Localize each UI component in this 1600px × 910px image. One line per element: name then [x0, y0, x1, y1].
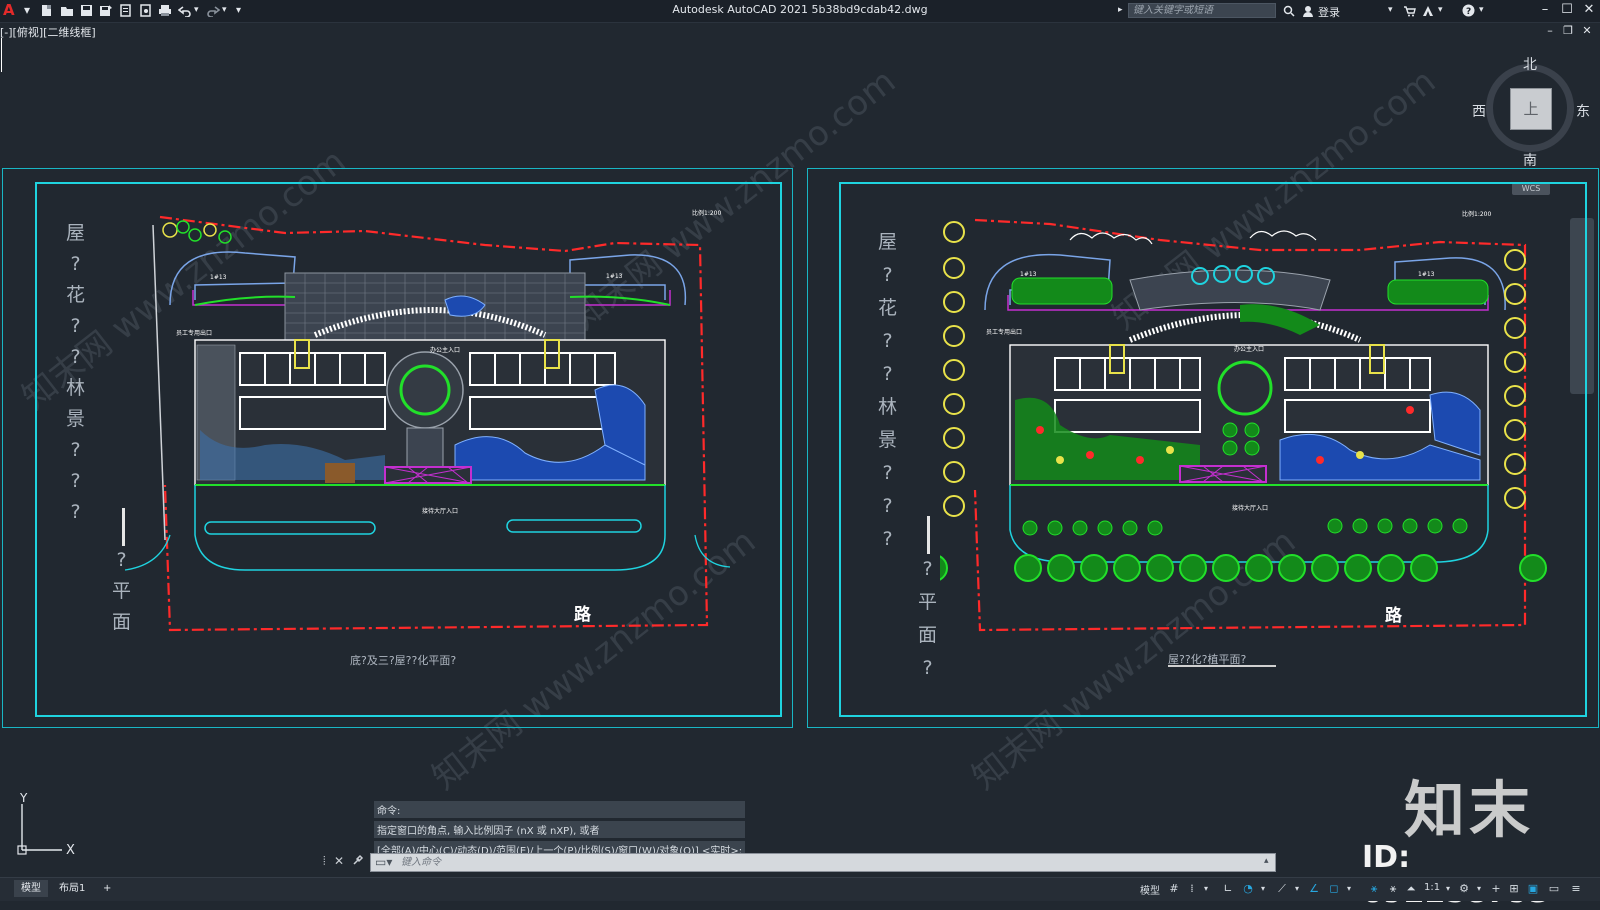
search-icon[interactable] — [1283, 4, 1295, 17]
snap-icon[interactable]: ⁞ — [1186, 883, 1198, 895]
isodraft-dropdown-icon[interactable]: ▾ — [1291, 883, 1303, 895]
side-entrance-label-right: 员工专用出口 — [986, 329, 1023, 336]
object-snap-dropdown-icon[interactable]: ▾ — [1343, 883, 1355, 895]
ortho-icon[interactable]: ∟ — [1222, 883, 1234, 895]
drawing-close-icon[interactable]: ✕ — [1580, 24, 1594, 38]
close-icon[interactable]: ✕ — [1580, 2, 1598, 18]
quick-properties-icon[interactable]: ▣ — [1527, 883, 1539, 895]
svg-text:X: X — [66, 843, 75, 856]
login-dropdown-icon[interactable]: ▾ — [1388, 4, 1393, 17]
search-input[interactable]: 键入关键字或短语 — [1128, 3, 1276, 18]
login-link[interactable]: 登录 — [1318, 4, 1340, 20]
compass-south[interactable]: 南 — [1523, 150, 1537, 170]
dimension-left-b: 1#13 — [606, 273, 623, 280]
ucs-icon: Y X — [17, 792, 75, 856]
snap-dropdown-icon[interactable]: ▾ — [1200, 883, 1212, 895]
polar-tracking-icon[interactable]: ◔ — [1242, 883, 1254, 895]
annotation-scale-value[interactable]: 1:1 — [1424, 882, 1440, 893]
crosshair-cursor — [1, 38, 2, 72]
title-bar: A ▾ ▾ ▾ ▾ Autodesk AutoCAD 2021 5b38bd9c… — [0, 0, 1600, 23]
command-close-icon[interactable]: ✕ — [334, 854, 344, 868]
units-icon[interactable]: ⊞ — [1508, 883, 1520, 895]
sheet-right-vertical-title: 屋? 花?? 林景??? — [878, 231, 898, 550]
svg-text:?: ? — [1466, 7, 1471, 17]
site-plan-left[interactable] — [125, 205, 765, 635]
command-history: 命令: 指定窗口的角点, 输入比例因子 (nX 或 nXP), 或者 [全部(A… — [374, 801, 746, 861]
cart-icon[interactable] — [1403, 4, 1416, 17]
status-bar: 模型 布局1 + 模型 # ⁞ ▾ ∟ ◔ ▾ ⟋ ▾ ∠ ◻ ▾ ⚹ ⚹ ⏶ … — [0, 877, 1600, 901]
side-entrance-label-left: 员工专用出口 — [176, 330, 213, 337]
drawing-restore-icon[interactable]: ❐ — [1561, 24, 1575, 38]
object-snap-icon[interactable]: ◻ — [1328, 883, 1340, 895]
compass-north[interactable]: 北 — [1523, 54, 1537, 74]
hall-entrance-label-right: 接待大厅入口 — [1232, 505, 1269, 512]
command-history-toggle-icon[interactable]: ▴ — [1264, 856, 1269, 866]
recent-commands-icon[interactable]: ▭▾ — [375, 855, 392, 869]
tab-layout1[interactable]: 布局1 — [52, 880, 92, 897]
command-history-line: 指定窗口的角点, 输入比例因子 (nX 或 nXP), 或者 — [374, 821, 746, 838]
isodraft-icon[interactable]: ⟋ — [1276, 883, 1288, 895]
road-label-right: 路 — [1385, 606, 1402, 626]
sheet-left-vertical-title: 屋? 花?? 林景??? — [66, 222, 86, 523]
main-entrance-label-right: 办公主入口 — [1234, 346, 1265, 353]
annotation-monitor-icon[interactable]: + — [1490, 883, 1502, 895]
command-history-line: 命令: — [374, 801, 746, 818]
dimension-right-b: 1#13 — [1418, 271, 1435, 278]
scale-dropdown-icon[interactable]: ▾ — [1442, 883, 1454, 895]
autodesk-a360-icon[interactable] — [1422, 4, 1435, 17]
compass-east[interactable]: 东 — [1576, 101, 1590, 121]
scale-note-right: 比例1:200 — [1462, 211, 1492, 218]
help-icon[interactable]: ? — [1462, 4, 1475, 17]
sheet-right-vertical-title-lower: ? 平面? — [918, 558, 938, 679]
command-input[interactable]: 键入命令 — [370, 853, 1276, 872]
maximize-icon[interactable]: ☐ — [1558, 2, 1576, 18]
title-bar-mark — [927, 516, 930, 554]
model-space-button[interactable]: 模型 — [1140, 882, 1160, 897]
add-layout-button[interactable]: + — [96, 880, 118, 897]
road-label-left: 路 — [574, 605, 591, 625]
workspace-gear-icon[interactable]: ⚙ — [1458, 883, 1470, 895]
caption-underline — [1168, 665, 1276, 667]
viewport-controls-label[interactable]: [-][俯视][二维线框] — [0, 24, 96, 40]
polar-dropdown-icon[interactable]: ▾ — [1257, 883, 1269, 895]
clean-screen-icon[interactable]: ▭ — [1548, 883, 1560, 895]
svg-text:Y: Y — [19, 792, 28, 805]
hall-entrance-label-left: 接待大厅入口 — [422, 508, 459, 515]
scale-note-left: 比例1:200 — [692, 210, 722, 217]
workspace-dropdown-icon[interactable]: ▾ — [1473, 883, 1485, 895]
help-dropdown-icon[interactable]: ▾ — [1479, 4, 1484, 17]
auto-scale-icon[interactable]: ⚹ — [1387, 883, 1399, 895]
tab-model[interactable]: 模型 — [14, 880, 48, 897]
minimize-icon[interactable]: – — [1536, 2, 1554, 18]
user-icon[interactable] — [1302, 4, 1314, 17]
compass-west[interactable]: 西 — [1472, 101, 1486, 121]
drawing-caption-left: 底?及三?屋??化平面? — [350, 654, 457, 667]
viewcube-top-face[interactable]: 上 — [1510, 88, 1552, 130]
drawing-minimize-icon[interactable]: – — [1543, 24, 1557, 38]
command-customize-icon[interactable] — [352, 854, 364, 869]
watermark-brand: 知末 — [1404, 775, 1535, 846]
customization-menu-icon[interactable]: ≡ — [1570, 883, 1582, 895]
main-entrance-label-left: 办公主入口 — [430, 347, 461, 354]
search-expand-icon[interactable]: ▸ — [1118, 4, 1123, 17]
dimension-right-a: 1#13 — [1020, 271, 1037, 278]
dimension-left-a: 1#13 — [210, 274, 227, 281]
command-grip-icon[interactable]: ⦙ — [323, 854, 326, 869]
viewcube[interactable]: 上 北 南 西 东 — [1472, 57, 1590, 170]
window-title: Autodesk AutoCAD 2021 5b38bd9cdab42.dwg — [672, 3, 928, 16]
annotation-scale-icon[interactable]: ⏶ — [1405, 883, 1417, 895]
object-snap-tracking-icon[interactable]: ∠ — [1308, 883, 1320, 895]
annotation-visibility-icon[interactable]: ⚹ — [1368, 883, 1380, 895]
grid-icon[interactable]: # — [1168, 883, 1180, 895]
a360-dropdown-icon[interactable]: ▾ — [1438, 4, 1443, 17]
